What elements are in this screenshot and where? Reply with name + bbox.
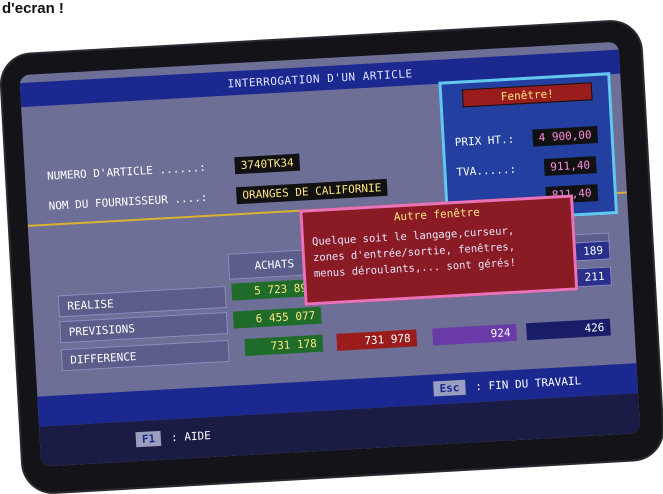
tva-field[interactable]: 911,40 [543,156,597,176]
caption-text: d'ecran ! [2,0,64,17]
supplier-label: NOM DU FOURNISSEUR ....: [48,190,208,213]
article-number-field[interactable]: 3740TK34 [234,153,301,175]
row-label-difference: DIFFERENCE [60,339,230,372]
cell-difference-4: 426 [526,318,611,341]
monitor: INTERROGATION D'UN ARTICLE NUMERO D'ARTI… [0,20,663,494]
supplier-field[interactable]: ORANGES DE CALIFORNIE [235,178,388,205]
price-window-title: Fenêtre! [461,82,593,108]
row-label-previsions: PREVISIONS [59,311,229,344]
cell-difference-2: 731 978 [336,329,418,351]
tva-label: TVA.....: [456,162,517,179]
screen: INTERROGATION D'UN ARTICLE NUMERO D'ARTI… [19,41,641,467]
f1-key[interactable]: F1 [135,430,162,448]
cell-difference-achats: 731 178 [244,334,324,356]
article-number-label: NUMERO D'ARTICLE ......: [46,160,207,183]
cell-difference-3: 924 [432,323,517,346]
message-window: Autre fenêtre Quelque soit le langage,cu… [299,194,579,306]
window-title: INTERROGATION D'UN ARTICLE [227,66,413,91]
prix-ht-field[interactable]: 4 900,00 [532,125,599,147]
esc-label: : FIN DU TRAVAIL [474,374,582,394]
cell-previsions-achats: 6 455 077 [232,306,322,329]
esc-key[interactable]: Esc [433,379,466,397]
prix-ht-label: PRIX HT.: [454,132,515,149]
f1-label: : AIDE [170,429,212,445]
message-window-body: Quelque soit le langage,curseur, zones d… [312,220,570,282]
